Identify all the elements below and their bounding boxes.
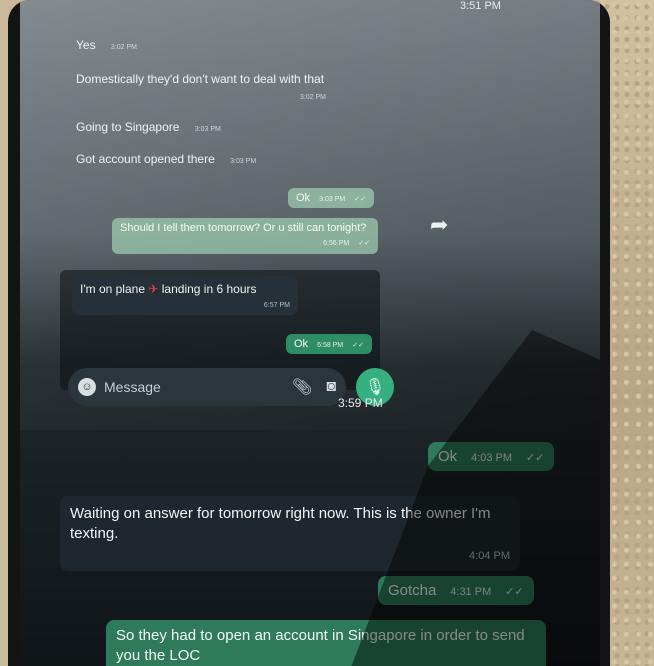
message-time: 3:02 PM <box>299 94 326 101</box>
message-time: 3:03 PM <box>194 126 221 133</box>
message-text: Domestically they'd don't want to deal w… <box>76 72 325 86</box>
emoji-icon[interactable]: ☺ <box>78 378 96 396</box>
message-time: 6:56 PM <box>323 239 350 247</box>
message-incoming[interactable]: Waiting on answer for tomorrow right now… <box>60 496 520 572</box>
message-outgoing[interactable]: Ok 3:03 PM ✓✓ <box>288 188 374 208</box>
message-text: Ok <box>294 338 309 350</box>
attach-icon[interactable]: 📎︎ <box>292 377 312 397</box>
plane-emoji-icon: ✈ <box>148 282 159 296</box>
message-text: So they had to open an account in Singap… <box>116 627 525 665</box>
message-incoming[interactable]: Yes 3:02 PM <box>76 38 137 52</box>
message-outgoing[interactable]: Should I tell them tomorrow? Or u still … <box>112 218 378 254</box>
message-text: landing in 6 hours <box>161 282 257 296</box>
message-time: 4:31 PM <box>450 586 492 598</box>
message-incoming[interactable]: Got account opened there 3:03 PM <box>76 152 256 166</box>
message-text: Yes <box>76 38 96 52</box>
message-time: 4:04 PM <box>469 549 510 562</box>
forward-icon[interactable]: ➦ <box>430 212 448 238</box>
message-input[interactable]: Message <box>104 379 292 395</box>
message-text: Should I tell them tomorrow? Or u still … <box>120 222 367 234</box>
read-ticks-icon: ✓✓ <box>352 342 364 349</box>
message-outgoing[interactable]: So they had to open an account in Singap… <box>106 620 546 666</box>
message-text: Ok <box>296 192 311 204</box>
read-ticks-icon: ✓✓ <box>358 239 370 247</box>
message-text: Waiting on answer for tomorrow right now… <box>70 505 491 543</box>
read-ticks-icon: ✓✓ <box>354 196 366 203</box>
message-input-bar[interactable]: ☺ Message 📎︎ ◙ <box>68 368 346 406</box>
message-time: 6:58 PM <box>317 342 344 349</box>
phone-frame: 3:51 PM Yes 3:02 PM Domestically they'd … <box>8 0 610 666</box>
message-outgoing[interactable]: Ok 6:58 PM ✓✓ <box>286 334 372 354</box>
message-outgoing[interactable]: Ok 4:03 PM ✓✓ <box>428 442 555 471</box>
message-text: I'm on plane <box>80 282 145 296</box>
mic-icon: 🎙︎ <box>364 379 386 396</box>
message-time: 6:57 PM <box>263 302 290 309</box>
message-outgoing[interactable]: Gotcha 4:31 PM ✓✓ <box>378 576 534 605</box>
message-time: 4:03 PM <box>471 452 513 464</box>
message-time: 3:02 PM <box>110 44 137 51</box>
message-incoming[interactable]: Domestically they'd don't want to deal w… <box>76 72 326 102</box>
status-time-mid: 3:59 PM <box>338 396 383 410</box>
message-text: Going to Singapore <box>76 120 180 134</box>
read-ticks-icon: ✓✓ <box>505 586 524 598</box>
read-ticks-icon: ✓✓ <box>525 452 545 464</box>
message-incoming[interactable]: I'm on plane ✈ landing in 6 hours 6:57 P… <box>72 276 298 315</box>
message-time: 3:03 PM <box>319 196 346 203</box>
status-time: 3:51 PM <box>460 0 501 12</box>
chat-screen: 3:51 PM Yes 3:02 PM Domestically they'd … <box>20 0 600 666</box>
message-text: Gotcha <box>388 582 437 599</box>
camera-icon[interactable]: ◙ <box>326 378 336 396</box>
message-time: 3:03 PM <box>230 158 257 165</box>
message-text: Got account opened there <box>76 152 215 166</box>
message-text: Ok <box>438 448 458 465</box>
message-incoming[interactable]: Going to Singapore 3:03 PM <box>76 120 221 134</box>
